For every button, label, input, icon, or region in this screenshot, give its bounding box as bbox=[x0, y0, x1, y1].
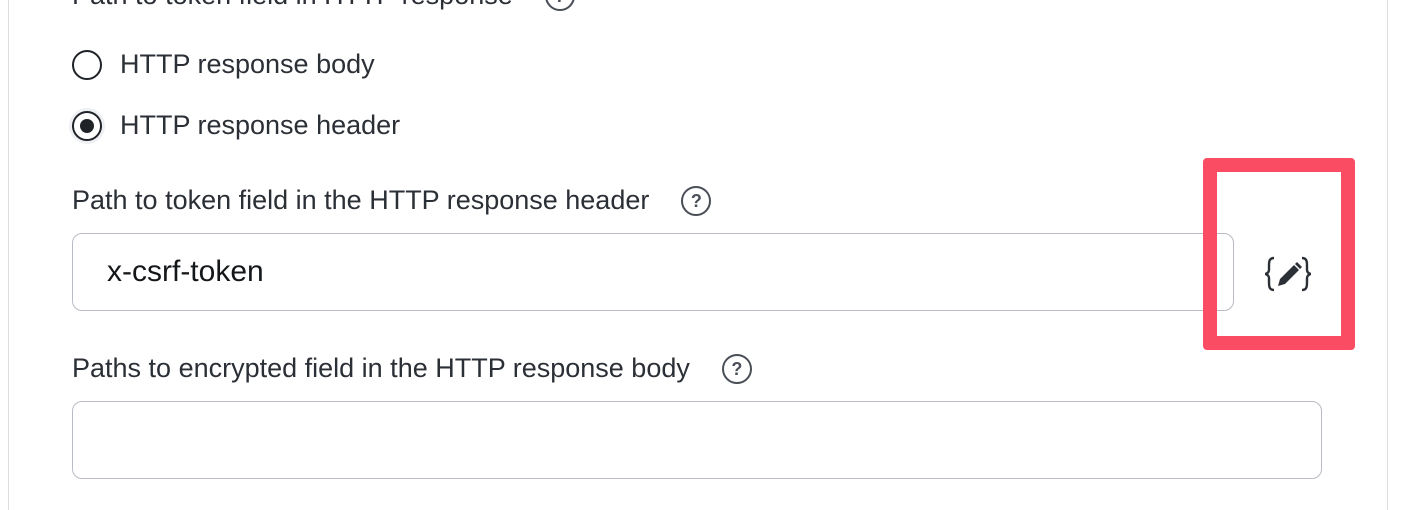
curly-braces-pencil-icon bbox=[1264, 256, 1312, 292]
radio-unchecked-icon[interactable] bbox=[72, 49, 102, 80]
radio-option-label: HTTP response body bbox=[120, 49, 375, 79]
header-path-input[interactable]: x-csrf-token bbox=[72, 233, 1234, 311]
encrypted-paths-input[interactable] bbox=[72, 401, 1322, 479]
token-location-label-row: Path to token field in HTTP response ? bbox=[72, 0, 575, 11]
help-icon[interactable]: ? bbox=[544, 0, 575, 11]
help-icon[interactable]: ? bbox=[721, 353, 752, 384]
header-path-label-row: Path to token field in the HTTP response… bbox=[72, 185, 712, 216]
radio-option-response-body[interactable]: HTTP response body bbox=[72, 49, 375, 80]
token-location-label: Path to token field in HTTP response bbox=[72, 0, 513, 11]
radio-option-response-header[interactable]: HTTP response header bbox=[72, 110, 400, 141]
help-icon[interactable]: ? bbox=[681, 185, 712, 216]
encrypted-paths-label-row: Paths to encrypted field in the HTTP res… bbox=[72, 353, 752, 384]
radio-option-label: HTTP response header bbox=[120, 110, 401, 140]
header-path-label: Path to token field in the HTTP response… bbox=[72, 185, 650, 215]
encrypted-paths-label: Paths to encrypted field in the HTTP res… bbox=[72, 353, 690, 383]
insert-variable-button[interactable] bbox=[1250, 246, 1326, 302]
header-path-value: x-csrf-token bbox=[107, 255, 264, 288]
radio-checked-icon[interactable] bbox=[72, 110, 102, 141]
